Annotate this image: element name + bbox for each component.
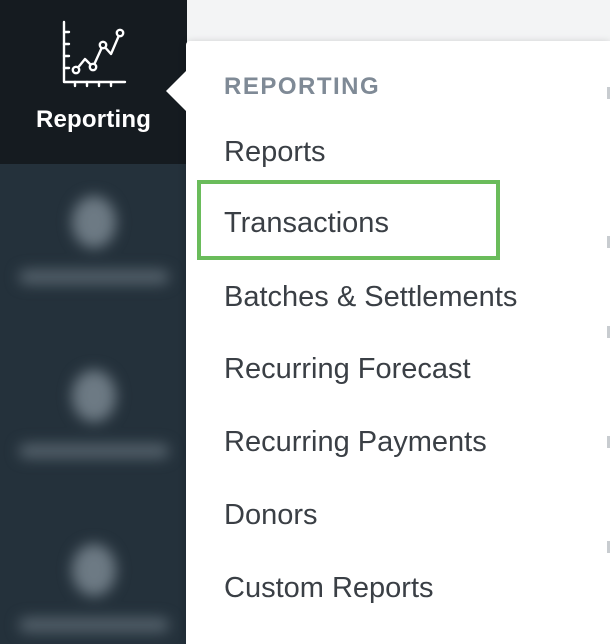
reporting-dropdown-menu: REPORTING Reports Transactions Batches &… [166,41,610,644]
sidebar: Reporting [0,0,187,644]
menu-item-donors[interactable]: Donors [224,498,318,532]
obscured-icon [71,544,116,596]
obscured-label [18,270,169,284]
menu-item-reports[interactable]: Reports [224,135,326,169]
menu-item-transactions[interactable]: Transactions [224,206,389,240]
obscured-label [18,444,169,458]
obscured-icon [71,196,116,248]
menu-section-header: REPORTING [224,73,381,100]
dropdown-caret [166,71,186,111]
sidebar-item-obscured[interactable] [0,196,187,284]
sidebar-item-obscured[interactable] [0,544,187,632]
menu-item-recurring-forecast[interactable]: Recurring Forecast [224,352,471,386]
sidebar-item-label: Reporting [35,106,152,133]
sidebar-item-reporting[interactable]: Reporting [0,0,187,164]
obscured-icon [71,370,116,422]
obscured-label [18,618,169,632]
menu-item-custom-reports[interactable]: Custom Reports [224,571,434,605]
line-chart-icon [62,20,126,88]
menu-item-recurring-payments[interactable]: Recurring Payments [224,425,487,459]
menu-item-batches-settlements[interactable]: Batches & Settlements [224,280,517,314]
sidebar-item-obscured[interactable] [0,370,187,458]
